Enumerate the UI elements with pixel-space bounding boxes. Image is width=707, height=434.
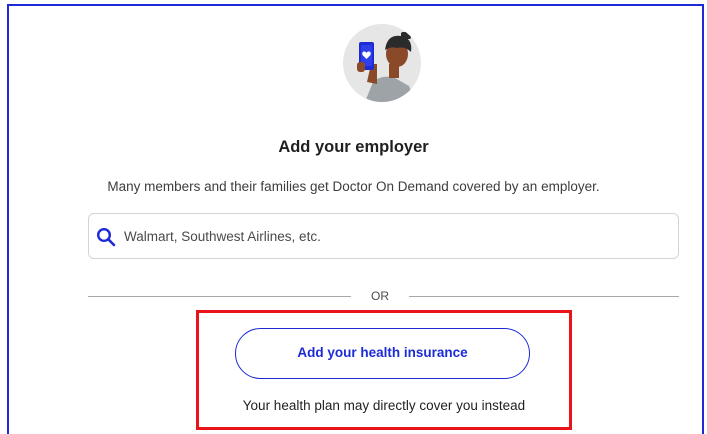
employer-search-input[interactable]: [124, 223, 664, 249]
person-phone-illustration-icon: [343, 24, 421, 102]
health-plan-note: Your health plan may directly cover you …: [242, 398, 526, 413]
page-title: Add your employer: [278, 138, 429, 156]
divider-line-left: [88, 296, 351, 297]
add-health-insurance-button[interactable]: Add your health insurance: [235, 328, 530, 379]
divider-line-right: [409, 296, 679, 297]
or-divider-label: OR: [371, 289, 389, 303]
page-subtitle: Many members and their families get Doct…: [107, 179, 600, 194]
search-icon: [96, 227, 116, 247]
